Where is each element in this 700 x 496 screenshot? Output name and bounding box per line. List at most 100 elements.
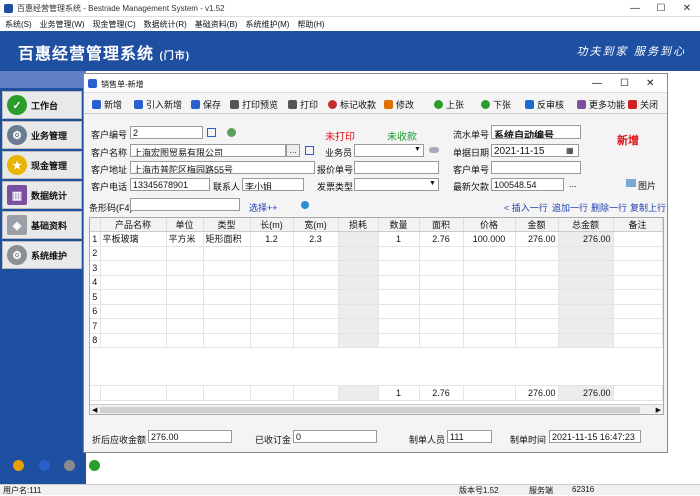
table-cell[interactable] — [293, 304, 339, 319]
table-cell[interactable] — [166, 275, 204, 290]
table-cell[interactable] — [293, 275, 339, 290]
eraser-icon[interactable] — [429, 147, 439, 153]
table-cell[interactable]: 2.76 — [419, 231, 464, 247]
table-cell[interactable] — [378, 289, 420, 305]
column-header[interactable]: 长(m) — [250, 218, 294, 232]
nav-workbench[interactable]: ✓ 工作台 — [2, 91, 82, 119]
nav-basic-data[interactable]: ◈ 基础资料 — [2, 211, 82, 239]
table-cell[interactable] — [419, 318, 464, 334]
menu-system[interactable]: 系统(S) — [0, 17, 35, 30]
close-dialog-button[interactable]: 关闭 — [628, 97, 658, 111]
table-row[interactable]: 2 — [90, 246, 663, 261]
column-header[interactable]: 单位 — [166, 218, 204, 232]
table-cell[interactable] — [613, 246, 663, 261]
phone-field[interactable]: 13345678901 — [130, 178, 210, 191]
table-cell[interactable] — [166, 246, 204, 261]
table-row[interactable]: 5 — [90, 289, 663, 305]
table-cell[interactable] — [250, 260, 294, 276]
globe-icon[interactable] — [301, 201, 309, 209]
table-cell[interactable] — [463, 275, 516, 290]
table-cell[interactable] — [338, 289, 379, 305]
edit-button[interactable]: 修改 — [384, 97, 414, 111]
column-header[interactable]: 备注 — [613, 218, 663, 232]
table-cell[interactable] — [166, 304, 204, 319]
table-cell[interactable] — [419, 304, 464, 319]
table-cell[interactable]: 276.00 — [558, 231, 614, 247]
table-cell[interactable] — [613, 318, 663, 334]
table-cell[interactable] — [166, 260, 204, 276]
invoice-dropdown-icon[interactable]: ▼ — [429, 180, 436, 187]
table-cell[interactable] — [293, 260, 339, 276]
table-cell[interactable]: 平板玻璃 — [100, 231, 167, 247]
table-cell[interactable] — [250, 304, 294, 319]
table-cell[interactable] — [293, 289, 339, 305]
table-cell[interactable] — [250, 318, 294, 334]
next-record-button[interactable]: 下张 — [481, 97, 511, 111]
menu-help[interactable]: 帮助(H) — [292, 17, 327, 30]
horizontal-scrollbar[interactable]: ◀ ▶ — [90, 404, 663, 414]
table-cell[interactable] — [250, 246, 294, 261]
dialog-minimize-button[interactable]: — — [592, 78, 602, 89]
table-cell[interactable] — [203, 333, 251, 348]
table-cell[interactable] — [378, 318, 420, 334]
calendar-icon[interactable]: ▦ — [566, 146, 574, 155]
table-row[interactable]: 7 — [90, 318, 663, 334]
table-cell[interactable]: 2.3 — [293, 231, 339, 247]
table-cell[interactable] — [463, 260, 516, 276]
table-cell[interactable] — [419, 333, 464, 348]
menu-maintenance[interactable]: 系统维护(M) — [240, 17, 292, 30]
save-button[interactable]: 保存 — [191, 97, 221, 111]
serial-field[interactable]: 系统自动编号 — [491, 125, 581, 139]
table-cell[interactable] — [166, 318, 204, 334]
mark-paid-button[interactable]: 标记收款 — [328, 97, 376, 111]
nav-business[interactable]: ⚙ 业务管理 — [2, 121, 82, 149]
table-cell[interactable] — [203, 318, 251, 334]
import-new-button[interactable]: 引入新增 — [134, 97, 182, 111]
table-cell[interactable] — [250, 333, 294, 348]
table-cell[interactable] — [100, 318, 167, 334]
refresh-icon[interactable] — [227, 128, 236, 137]
dialog-maximize-button[interactable]: ☐ — [620, 78, 629, 89]
column-header[interactable]: 面积 — [419, 218, 464, 232]
table-cell[interactable]: 矩形面积 — [203, 231, 251, 247]
table-cell[interactable] — [378, 275, 420, 290]
table-cell[interactable] — [203, 260, 251, 276]
customer-no-field[interactable]: 2 — [130, 126, 203, 139]
table-cell[interactable] — [419, 246, 464, 261]
info-icon[interactable] — [64, 460, 75, 471]
column-header[interactable] — [90, 218, 101, 232]
select-plus-link[interactable]: 选择++ — [249, 201, 278, 214]
menu-cash[interactable]: 现金管理(C) — [88, 17, 139, 30]
maximize-button[interactable]: ☐ — [648, 0, 674, 17]
chevron-down-icon[interactable]: ▼ — [414, 146, 421, 153]
table-cell[interactable] — [613, 275, 663, 290]
table-cell[interactable] — [558, 289, 614, 305]
table-cell[interactable] — [293, 246, 339, 261]
table-cell[interactable] — [166, 333, 204, 348]
table-row[interactable]: 4 — [90, 275, 663, 290]
table-cell[interactable] — [558, 246, 614, 261]
column-header[interactable]: 产品名称 — [100, 218, 167, 232]
column-header[interactable]: 总金额 — [558, 218, 614, 232]
table-cell[interactable] — [613, 333, 663, 348]
table-cell[interactable] — [100, 289, 167, 305]
table-cell[interactable] — [338, 304, 379, 319]
debt-more-button[interactable]: ... — [569, 179, 577, 189]
barcode-field[interactable] — [130, 198, 240, 211]
nav-cash[interactable]: ★ 现金管理 — [2, 151, 82, 179]
column-header[interactable]: 价格 — [463, 218, 516, 232]
table-cell[interactable] — [293, 318, 339, 334]
column-header[interactable]: 损耗 — [338, 218, 379, 232]
table-cell[interactable] — [378, 333, 420, 348]
table-cell[interactable] — [515, 318, 559, 334]
table-row[interactable]: 6 — [90, 304, 663, 319]
table-cell[interactable]: 276.00 — [515, 231, 559, 247]
menu-basic-data[interactable]: 基础资料(B) — [190, 17, 241, 30]
table-cell[interactable] — [419, 275, 464, 290]
table-cell[interactable] — [515, 260, 559, 276]
table-cell[interactable] — [100, 333, 167, 348]
more-functions-button[interactable]: 更多功能 — [577, 97, 625, 111]
delete-row-link[interactable]: 删除一行 — [591, 201, 627, 214]
address-field[interactable]: 上海市普陀区梅园路55号 — [130, 161, 315, 174]
table-cell[interactable] — [558, 260, 614, 276]
